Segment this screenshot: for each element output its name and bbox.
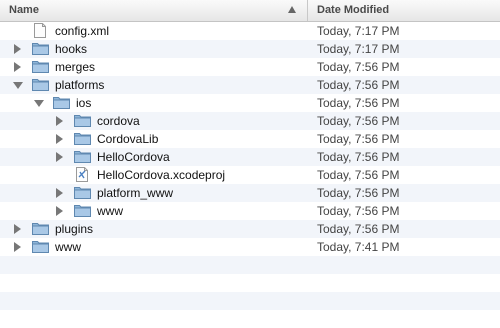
folder-icon [32, 78, 49, 91]
date-modified: Today, 7:17 PM [317, 24, 400, 38]
file-name: ios [76, 96, 92, 110]
file-row[interactable]: HelloCordova.xcodeproj Today, 7:56 PM [0, 166, 500, 184]
empty-row [0, 310, 500, 328]
file-name: HelloCordova [97, 150, 170, 164]
folder-icon [32, 222, 49, 235]
empty-row [0, 274, 500, 292]
disclosure-closed-icon[interactable] [56, 134, 63, 144]
disclosure-closed-icon[interactable] [56, 152, 63, 162]
date-modified: Today, 7:56 PM [317, 60, 400, 74]
file-name: merges [55, 60, 96, 74]
disclosure-closed-icon[interactable] [56, 206, 63, 216]
folder-icon [74, 186, 91, 199]
date-modified: Today, 7:56 PM [317, 150, 400, 164]
date-modified: Today, 7:56 PM [317, 186, 400, 200]
file-row[interactable]: config.xml Today, 7:17 PM [0, 22, 500, 40]
folder-icon [74, 132, 91, 145]
file-row[interactable]: www Today, 7:41 PM [0, 238, 500, 256]
file-name: platforms [55, 78, 105, 92]
folder-icon [53, 96, 70, 109]
folder-icon [32, 60, 49, 73]
file-row[interactable]: www Today, 7:56 PM [0, 202, 500, 220]
date-modified-column-header[interactable]: Date Modified [308, 0, 500, 21]
file-row[interactable]: HelloCordova Today, 7:56 PM [0, 148, 500, 166]
file-name: plugins [55, 222, 94, 236]
xcodeproj-file-icon [76, 167, 88, 182]
date-modified-column-label: Date Modified [317, 4, 390, 16]
file-row[interactable]: CordovaLib Today, 7:56 PM [0, 130, 500, 148]
date-modified: Today, 7:56 PM [317, 222, 400, 236]
folder-icon [74, 150, 91, 163]
disclosure-closed-icon[interactable] [56, 116, 63, 126]
disclosure-closed-icon[interactable] [14, 224, 21, 234]
sort-ascending-icon [288, 6, 296, 13]
file-name: cordova [97, 114, 140, 128]
file-name: www [55, 240, 81, 254]
file-row[interactable]: platforms Today, 7:56 PM [0, 76, 500, 94]
date-modified: Today, 7:56 PM [317, 96, 400, 110]
date-modified: Today, 7:56 PM [317, 168, 400, 182]
file-name: HelloCordova.xcodeproj [97, 168, 226, 182]
file-name: CordovaLib [97, 132, 159, 146]
file-row[interactable]: cordova Today, 7:56 PM [0, 112, 500, 130]
file-row[interactable]: plugins Today, 7:56 PM [0, 220, 500, 238]
disclosure-closed-icon[interactable] [14, 242, 21, 252]
column-header-bar: Name Date Modified [0, 0, 500, 22]
file-row[interactable]: platform_www Today, 7:56 PM [0, 184, 500, 202]
file-name: platform_www [97, 186, 174, 200]
file-row[interactable]: ios Today, 7:56 PM [0, 94, 500, 112]
empty-row [0, 256, 500, 274]
disclosure-open-icon[interactable] [13, 82, 23, 89]
empty-row [0, 292, 500, 310]
file-row[interactable]: merges Today, 7:56 PM [0, 58, 500, 76]
date-modified: Today, 7:56 PM [317, 114, 400, 128]
disclosure-closed-icon[interactable] [14, 62, 21, 72]
disclosure-closed-icon[interactable] [56, 188, 63, 198]
name-column-header[interactable]: Name [0, 0, 308, 21]
file-list: config.xml Today, 7:17 PM hooks Today, 7:17… [0, 22, 500, 328]
date-modified: Today, 7:56 PM [317, 78, 400, 92]
folder-icon [32, 42, 49, 55]
file-name: hooks [55, 42, 88, 56]
folder-icon [74, 204, 91, 217]
folder-icon [74, 114, 91, 127]
disclosure-open-icon[interactable] [34, 100, 44, 107]
date-modified: Today, 7:41 PM [317, 240, 400, 254]
file-row[interactable]: hooks Today, 7:17 PM [0, 40, 500, 58]
date-modified: Today, 7:56 PM [317, 204, 400, 218]
disclosure-closed-icon[interactable] [14, 44, 21, 54]
file-name: config.xml [55, 24, 110, 38]
xml-file-icon [34, 23, 46, 38]
date-modified: Today, 7:56 PM [317, 132, 400, 146]
file-name: www [97, 204, 123, 218]
name-column-label: Name [9, 4, 39, 16]
date-modified: Today, 7:17 PM [317, 42, 400, 56]
folder-icon [32, 240, 49, 253]
